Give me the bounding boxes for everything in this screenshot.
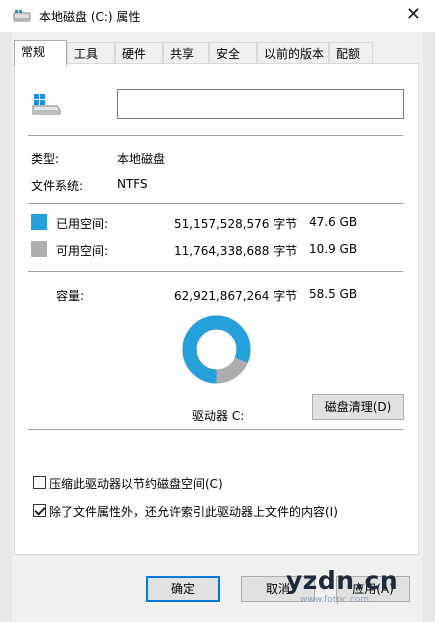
window-title: 本地磁盘 (C:) 属性 xyxy=(39,10,141,24)
compress-label: 压缩此驱动器以节约磁盘空间(C) xyxy=(49,477,223,491)
separator xyxy=(28,203,403,204)
capacity-bytes: 62,921,867,264 字节 xyxy=(174,289,298,303)
used-space-swatch xyxy=(31,214,47,230)
filesystem-label: 文件系统: xyxy=(31,179,84,193)
separator xyxy=(28,271,403,272)
used-space-bytes: 51,157,528,576 字节 xyxy=(174,217,298,231)
free-space-bytes: 11,764,338,688 字节 xyxy=(174,244,298,258)
type-value: 本地磁盘 xyxy=(117,152,166,166)
tab-security[interactable]: 安全 xyxy=(209,42,257,64)
index-checkbox[interactable] xyxy=(33,504,46,517)
watermark-logo: yzdn.cn xyxy=(286,566,399,595)
tab-sharing[interactable]: 共享 xyxy=(163,42,209,64)
tab-previous-versions[interactable]: 以前的版本 xyxy=(257,42,329,64)
index-label: 除了文件属性外，还允许索引此驱动器上文件的内容(I) xyxy=(49,505,338,519)
general-panel: 类型: 本地磁盘 文件系统: NTFS 已用空间: 51,157,528,576… xyxy=(14,63,419,555)
type-label: 类型: xyxy=(31,152,60,166)
filesystem-value: NTFS xyxy=(117,177,148,191)
compress-checkbox[interactable] xyxy=(33,476,46,489)
free-space-size: 10.9 GB xyxy=(309,242,358,256)
drive-letter-label: 驱动器 C: xyxy=(192,409,245,423)
tab-quota[interactable]: 配额 xyxy=(329,42,373,64)
disk-cleanup-button[interactable]: 磁盘清理(D) xyxy=(312,394,404,420)
disk-usage-donut xyxy=(182,315,251,384)
background-window-right xyxy=(423,0,435,622)
used-space-size: 47.6 GB xyxy=(309,215,358,229)
capacity-label: 容量: xyxy=(56,289,85,303)
ok-button[interactable]: 确定 xyxy=(146,576,220,602)
used-space-label: 已用空间: xyxy=(56,217,109,231)
tab-general[interactable]: 常规 xyxy=(14,40,67,66)
tab-hardware[interactable]: 硬件 xyxy=(115,42,163,64)
free-space-swatch xyxy=(31,241,47,257)
close-icon[interactable]: ✕ xyxy=(406,4,421,25)
title-bar: 本地磁盘 (C:) 属性 ✕ xyxy=(0,0,435,32)
separator xyxy=(28,135,403,136)
volume-name-input[interactable] xyxy=(117,89,404,119)
capacity-size: 58.5 GB xyxy=(309,287,358,301)
local-disk-icon xyxy=(32,94,61,115)
background-window-left xyxy=(0,0,12,622)
separator xyxy=(28,429,403,430)
free-space-label: 可用空间: xyxy=(56,244,109,258)
drive-icon xyxy=(13,10,31,22)
tab-tools[interactable]: 工具 xyxy=(67,42,115,64)
watermark-url: www.fotpc.com xyxy=(300,595,370,605)
